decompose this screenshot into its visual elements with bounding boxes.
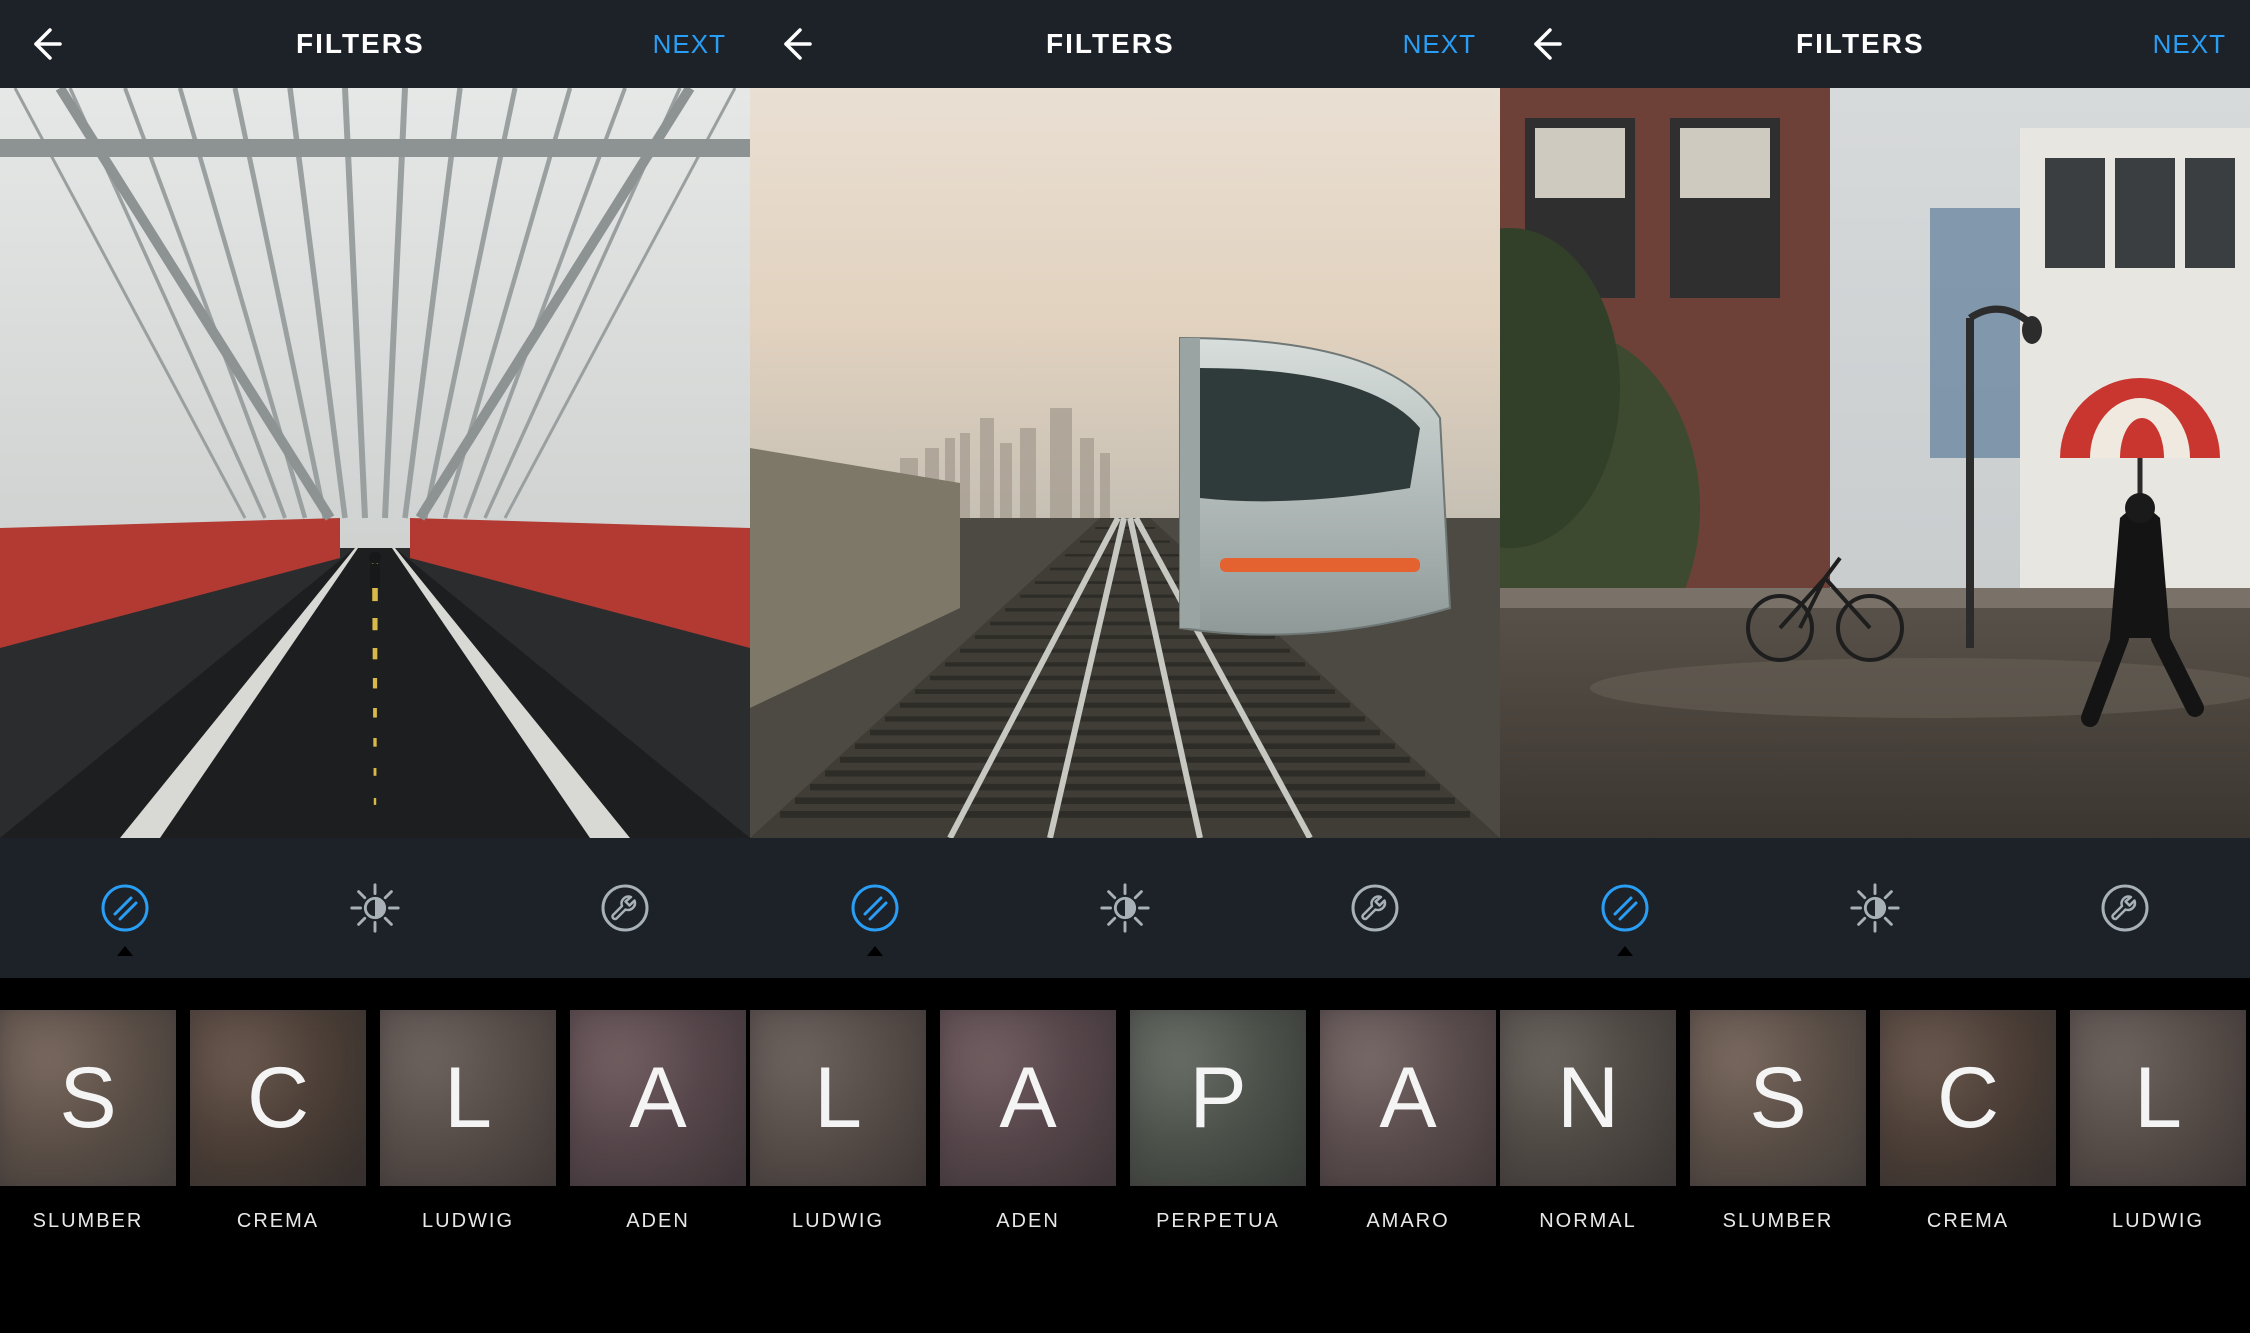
edit-tools-icon[interactable] — [1347, 880, 1403, 936]
filter-perpetua[interactable]: P PERPETUA — [1130, 1010, 1306, 1233]
filter-ludwig[interactable]: L LUDWIG — [380, 1010, 556, 1233]
edit-tools-row — [750, 838, 1500, 978]
filters-tab-icon[interactable] — [1597, 880, 1653, 936]
back-arrow-icon[interactable] — [24, 22, 68, 66]
lux-tab-icon[interactable] — [1097, 880, 1153, 936]
filters-tab-icon[interactable] — [847, 880, 903, 936]
next-button[interactable]: NEXT — [1403, 29, 1476, 60]
filter-label: NORMAL — [1539, 1210, 1637, 1233]
filter-letter: L — [444, 1049, 492, 1148]
filter-strip[interactable]: SSLUMBERCCREMALLUDWIGAADENPPERPETUA — [0, 978, 750, 1333]
filter-normal[interactable]: N NORMAL — [1500, 1010, 1676, 1233]
header-title: FILTERS — [1046, 28, 1175, 60]
edit-tools-row — [1500, 838, 2250, 978]
filter-letter: S — [1749, 1049, 1806, 1148]
screen-3: FILTERS NEXT — [1500, 0, 2250, 1333]
filter-thumbnail[interactable]: C — [190, 1010, 366, 1186]
filter-crema[interactable]: C CREMA — [190, 1010, 366, 1233]
filter-letter: A — [629, 1049, 686, 1148]
edit-tools-icon[interactable] — [597, 880, 653, 936]
filter-amaro[interactable]: A AMARO — [1320, 1010, 1496, 1233]
next-button[interactable]: NEXT — [653, 29, 726, 60]
filter-label: SLUMBER — [1723, 1210, 1834, 1233]
filter-label: CREMA — [1927, 1210, 2009, 1233]
filter-letter: S — [59, 1049, 116, 1148]
filter-thumbnail[interactable]: L — [750, 1010, 926, 1186]
back-arrow-icon[interactable] — [774, 22, 818, 66]
photo-preview[interactable] — [1500, 88, 2250, 838]
filter-label: LUDWIG — [422, 1210, 514, 1233]
filter-ludwig[interactable]: L LUDWIG — [2070, 1010, 2246, 1233]
filter-slumber[interactable]: S SLUMBER — [0, 1010, 176, 1233]
filter-strip[interactable]: LLUDWIGAADENPPERPETUAAAMAROMMAYFAIR — [750, 978, 1500, 1333]
next-button[interactable]: NEXT — [2153, 29, 2226, 60]
header-bar: FILTERS NEXT — [0, 0, 750, 88]
filter-letter: A — [1379, 1049, 1436, 1148]
filter-letter: P — [1189, 1049, 1246, 1148]
header-title: FILTERS — [296, 28, 425, 60]
filter-letter: C — [247, 1049, 309, 1148]
filter-label: AMARO — [1366, 1210, 1449, 1233]
header-title: FILTERS — [1796, 28, 1925, 60]
filter-letter: L — [814, 1049, 862, 1148]
filter-thumbnail[interactable]: L — [2070, 1010, 2246, 1186]
filter-strip[interactable]: NNORMALSSLUMBERCCREMALLUDWIGAADEN — [1500, 978, 2250, 1333]
filter-label: LUDWIG — [2112, 1210, 2204, 1233]
header-bar: FILTERS NEXT — [1500, 0, 2250, 88]
filter-thumbnail[interactable]: A — [940, 1010, 1116, 1186]
filter-thumbnail[interactable]: S — [0, 1010, 176, 1186]
filter-letter: A — [999, 1049, 1056, 1148]
header-bar: FILTERS NEXT — [750, 0, 1500, 88]
filter-label: ADEN — [626, 1210, 690, 1233]
back-arrow-icon[interactable] — [1524, 22, 1568, 66]
filter-thumbnail[interactable]: S — [1690, 1010, 1866, 1186]
filter-slumber[interactable]: S SLUMBER — [1690, 1010, 1866, 1233]
filters-tab-icon[interactable] — [97, 880, 153, 936]
filter-ludwig[interactable]: L LUDWIG — [750, 1010, 926, 1233]
filter-letter: C — [1937, 1049, 1999, 1148]
filter-thumbnail[interactable]: L — [380, 1010, 556, 1186]
lux-tab-icon[interactable] — [1847, 880, 1903, 936]
edit-tools-icon[interactable] — [2097, 880, 2153, 936]
screen-1: FILTERS NEXT SSLU — [0, 0, 750, 1333]
filter-thumbnail[interactable]: A — [1320, 1010, 1496, 1186]
filter-thumbnail[interactable]: C — [1880, 1010, 2056, 1186]
photo-preview[interactable] — [0, 88, 750, 838]
photo-preview[interactable] — [750, 88, 1500, 838]
filter-label: ADEN — [996, 1210, 1060, 1233]
filter-thumbnail[interactable]: P — [1130, 1010, 1306, 1186]
filter-label: PERPETUA — [1156, 1210, 1280, 1233]
filter-thumbnail[interactable]: N — [1500, 1010, 1676, 1186]
filter-label: LUDWIG — [792, 1210, 884, 1233]
lux-tab-icon[interactable] — [347, 880, 403, 936]
screen-2: FILTERS NEXT — [750, 0, 1500, 1333]
filter-letter: N — [1557, 1049, 1619, 1148]
filter-letter: L — [2134, 1049, 2182, 1148]
filter-label: SLUMBER — [33, 1210, 144, 1233]
filter-label: CREMA — [237, 1210, 319, 1233]
filter-thumbnail[interactable]: A — [570, 1010, 746, 1186]
filter-aden[interactable]: A ADEN — [570, 1010, 746, 1233]
filter-aden[interactable]: A ADEN — [940, 1010, 1116, 1233]
filter-crema[interactable]: C CREMA — [1880, 1010, 2056, 1233]
edit-tools-row — [0, 838, 750, 978]
